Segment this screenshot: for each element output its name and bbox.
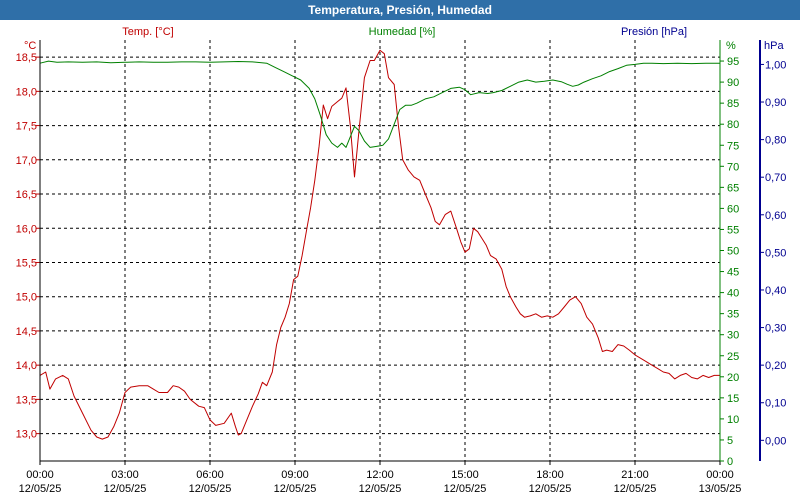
humidity-tick-label: 50 <box>727 246 739 258</box>
humidity-tick-label: 85 <box>727 98 739 110</box>
plot-area: °C Temp. [°C] Humedad [%] Presión [hPa] … <box>16 26 787 495</box>
pressure-tick-label: 0,00 <box>765 435 786 447</box>
pressure-tick-label: 0,60 <box>765 210 786 222</box>
humidity-tick-label: 5 <box>727 435 733 447</box>
pressure-tick-label: 0,30 <box>765 323 786 335</box>
temperature-tick-label: 18,0 <box>16 86 37 98</box>
x-tick-label-date: 12/05/25 <box>19 483 62 495</box>
humidity-series-line <box>39 60 720 148</box>
humidity-tick-label: 65 <box>727 182 739 194</box>
humidity-tick-label: 95 <box>727 56 739 68</box>
humidity-tick-label: 20 <box>727 372 739 384</box>
humidity-unit-label: % <box>726 40 736 52</box>
pressure-tick-label: 0,10 <box>765 398 786 410</box>
pressure-tick-label: 0,40 <box>765 285 786 297</box>
pressure-tick-label: 1,00 <box>765 59 786 71</box>
x-tick-label-date: 12/05/25 <box>274 483 317 495</box>
x-tick-label-date: 12/05/25 <box>614 483 657 495</box>
temperature-tick-label: 14,0 <box>16 360 37 372</box>
temperature-tick-label: 15,0 <box>16 292 37 304</box>
pressure-tick-label: 0,20 <box>765 360 786 372</box>
grid-lines <box>40 40 720 461</box>
temperature-tick-label: 17,5 <box>16 121 37 133</box>
temperature-tick-label: 17,0 <box>16 155 37 167</box>
humidity-tick-label: 0 <box>727 456 733 468</box>
temperature-axis-title: Temp. [°C] <box>122 26 173 38</box>
temperature-tick-label: 14,5 <box>16 326 37 338</box>
humidity-tick-label: 60 <box>727 203 739 215</box>
chart-title: Temperatura, Presión, Humedad <box>0 0 800 20</box>
temperature-tick-label: 16,5 <box>16 189 37 201</box>
temperature-tick-label: 18,5 <box>16 52 37 64</box>
x-tick-label-time: 15:00 <box>451 469 479 481</box>
x-tick-label-date: 12/05/25 <box>444 483 487 495</box>
humidity-tick-label: 30 <box>727 330 739 342</box>
x-tick-label-time: 21:00 <box>621 469 649 481</box>
pressure-tick-label: 0,80 <box>765 135 786 147</box>
x-tick-label-time: 06:00 <box>196 469 224 481</box>
temperature-tick-label: 15,5 <box>16 257 37 269</box>
chart-frame: Temperatura, Presión, Humedad °C Temp. [… <box>0 0 800 500</box>
x-tick-label-time: 18:00 <box>536 469 564 481</box>
temperature-tick-label: 16,0 <box>16 223 37 235</box>
x-tick-label-time: 12:00 <box>366 469 394 481</box>
pressure-axis-title: Presión [hPa] <box>621 26 687 38</box>
temperature-tick-label: 13,0 <box>16 429 37 441</box>
humidity-tick-label: 45 <box>727 267 739 279</box>
humidity-tick-label: 90 <box>727 77 739 89</box>
humidity-tick-label: 40 <box>727 288 739 300</box>
humidity-tick-label: 70 <box>727 161 739 173</box>
x-tick-label-date: 12/05/25 <box>189 483 232 495</box>
pressure-tick-label: 0,70 <box>765 172 786 184</box>
x-tick-label-time: 00:00 <box>706 469 734 481</box>
x-tick-label-time: 03:00 <box>111 469 139 481</box>
humidity-tick-label: 10 <box>727 414 739 426</box>
humidity-tick-label: 55 <box>727 224 739 236</box>
x-tick-label-time: 00:00 <box>26 469 54 481</box>
x-tick-label-date: 12/05/25 <box>359 483 402 495</box>
pressure-tick-label: 0,90 <box>765 97 786 109</box>
temperature-tick-label: 13,5 <box>16 394 37 406</box>
humidity-tick-label: 80 <box>727 119 739 131</box>
x-tick-label-time: 09:00 <box>281 469 309 481</box>
x-tick-label-date: 12/05/25 <box>529 483 572 495</box>
pressure-tick-label: 0,50 <box>765 247 786 259</box>
humidity-tick-label: 25 <box>727 351 739 363</box>
pressure-unit-label: hPa <box>764 40 784 52</box>
temperature-unit-label: °C <box>24 40 36 52</box>
humidity-tick-label: 75 <box>727 140 739 152</box>
humidity-tick-label: 35 <box>727 309 739 321</box>
humidity-axis-title: Humedad [%] <box>369 26 436 38</box>
x-tick-label-date: 12/05/25 <box>104 483 147 495</box>
x-tick-label-date: 13/05/25 <box>699 483 742 495</box>
humidity-tick-label: 15 <box>727 393 739 405</box>
